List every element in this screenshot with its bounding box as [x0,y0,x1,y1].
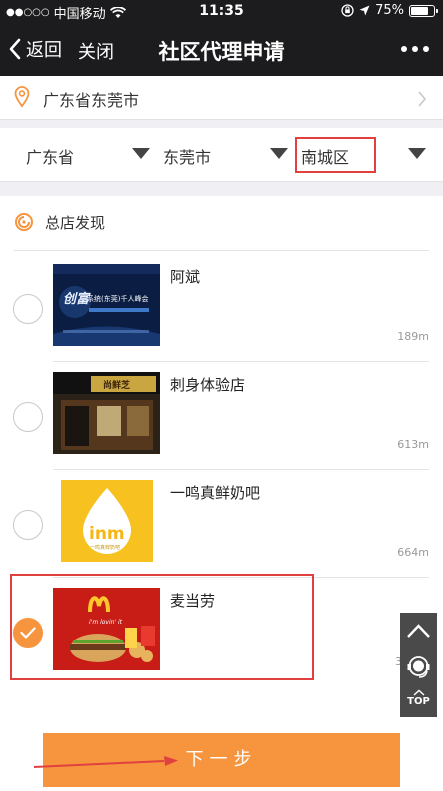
customer-service-button[interactable] [400,649,437,685]
customer-service-icon [407,656,430,678]
store-image-caption: 创富 [63,292,90,307]
store-name: 一鸣真鲜奶吧 [170,484,261,502]
top-label: TOP [407,696,430,707]
location-text: 广东省东莞市 [43,91,140,110]
chevron-up-small-icon [413,689,424,696]
close-button[interactable]: 关闭 [78,38,114,64]
more-dot-icon [423,46,429,52]
rotation-lock-icon [341,4,354,17]
section-title: 总店发现 [45,214,106,232]
annotation-arrow-icon [33,756,178,768]
more-dot-icon [412,46,418,52]
store-thumbnail: 创富 系统(东莞)千人峰会 [53,264,160,346]
store-image-caption: 一鸣真鲜奶吧 [90,545,121,551]
store-distance: 613m [397,438,429,451]
floating-toolbar: TOP [400,613,437,717]
store-list-item[interactable]: 创富 系统(东莞)千人峰会 阿斌 189m [0,254,443,362]
location-arrow-icon [359,5,370,16]
store-radio[interactable] [13,510,43,540]
scroll-up-button[interactable] [400,613,437,649]
back-label: 返回 [26,40,62,61]
battery-percent: 75% [375,3,404,18]
city-select[interactable]: 东莞市 [150,128,290,182]
store-list-panel: 总店发现 创富 系统(东莞)千人峰会 阿斌 189m 尚鲜芝 刺身体验店 613… [0,196,443,791]
store-thumbnail: inm 一鸣真鲜奶吧 [53,480,160,562]
status-bar: ●●○○○ 中国移动 11:35 75% [0,0,443,24]
store-image-caption: 尚鲜芝 [103,381,131,391]
battery-icon [409,4,438,17]
city-value: 东莞市 [163,148,212,167]
nav-bar: 返回 关闭 社区代理申请 [0,28,443,72]
store-thumbnail: 尚鲜芝 [53,372,160,454]
location-pin-icon [14,86,30,108]
store-image-caption: inm [89,524,125,544]
discover-icon [15,213,33,231]
selected-store-highlight-box [10,574,314,680]
store-distance: 664m [397,546,429,559]
page-title: 社区代理申请 [158,40,285,64]
store-list-item[interactable]: inm 一鸣真鲜奶吧 一鸣真鲜奶吧 664m [0,470,443,578]
store-name: 刺身体验店 [170,376,246,394]
chevron-left-icon [9,38,21,60]
status-right: 75% [341,3,438,18]
store-image-caption: 系统(东莞)千人峰会 [87,295,149,303]
section-header: 总店发现 [0,196,443,248]
battery-level [411,6,428,15]
store-distance: 189m [397,330,429,343]
store-radio[interactable] [13,294,43,324]
province-value: 广东省 [26,148,75,167]
location-row[interactable]: 广东省东莞市 [0,76,443,120]
top-bar: ●●○○○ 中国移动 11:35 75% 返回 关闭 社区代理申请 [0,0,443,76]
dropdown-triangle-icon [132,148,150,159]
more-dot-icon [401,46,407,52]
district-highlight-box [295,137,376,173]
province-select[interactable]: 广东省 [0,128,150,182]
divider [14,250,429,251]
back-button[interactable]: 返回 [8,36,62,62]
store-list-item[interactable]: 尚鲜芝 刺身体验店 613m [0,362,443,470]
store-radio[interactable] [13,402,43,432]
more-menu-button[interactable] [401,46,429,52]
store-name: 阿斌 [170,268,201,286]
chevron-up-icon [407,624,430,638]
dropdown-triangle-icon [270,148,288,159]
dropdown-triangle-icon [408,148,426,159]
back-to-top-button[interactable]: TOP [400,687,437,717]
chevron-right-icon [418,91,427,107]
region-selector-row: 广东省 东莞市 南城区 [0,128,443,182]
